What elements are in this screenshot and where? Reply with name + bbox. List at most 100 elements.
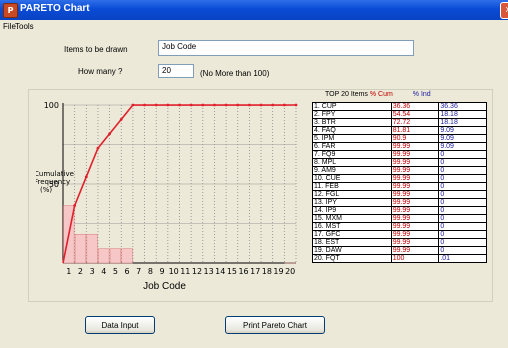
data-input-button[interactable]: Data Input	[85, 316, 155, 334]
cumulative-point	[224, 103, 228, 107]
x-tick-label: 19	[273, 267, 283, 276]
cumulative-point	[213, 103, 216, 107]
x-tick-label: 11	[180, 267, 190, 276]
table-cell-cum: 99.99	[390, 142, 440, 151]
x-tick-label: 8	[148, 267, 153, 276]
table-row: 12. FGL 99.99 0	[312, 190, 487, 199]
table-row: 4. FAQ 81.81 9.09	[312, 126, 487, 135]
menu-tools[interactable]: Tools	[15, 22, 34, 31]
table-cell-cum: 99.99	[390, 150, 440, 159]
cumulative-point	[294, 103, 298, 107]
y-axis-label: Cumulative Frequency (%)	[36, 170, 74, 194]
table-cell-item: 14. IP9	[312, 206, 392, 215]
cumulative-point	[119, 117, 123, 121]
table-cell-cum: 99.99	[390, 206, 440, 215]
cumulative-point	[248, 103, 251, 107]
table-row: 19. DAW 99.99 0	[312, 246, 487, 255]
table-cell-cum: 100	[390, 254, 440, 263]
table-row: 14. IP9 99.99 0	[312, 206, 487, 215]
table-cell-ind: 0	[438, 222, 487, 231]
close-button[interactable]: x	[500, 2, 508, 19]
items-to-draw-input[interactable]: Job Code	[158, 40, 414, 56]
window-title: PARETO Chart	[20, 3, 90, 14]
table-row: 2. FPY 54.54 18.18	[312, 110, 487, 119]
table-cell-cum: 81.81	[390, 126, 440, 135]
pareto-app-icon: P	[3, 3, 18, 18]
table-cell-ind: 0	[438, 238, 487, 247]
x-tick-label: 18	[262, 267, 272, 276]
table-cell-item: 15. MXM	[312, 214, 392, 223]
x-tick-label: 17	[250, 267, 260, 276]
table-cell-cum: 36.36	[390, 102, 440, 111]
table-row: 18. EST 99.99 0	[312, 238, 487, 247]
cumulative-point	[166, 103, 170, 107]
table-cell-item: 11. FEB	[312, 182, 392, 191]
y-axis-label-line: Cumulative	[36, 170, 74, 178]
x-tick-label: 5	[113, 267, 118, 276]
table-row: 5. IPM 90.9 9.09	[312, 134, 487, 143]
table-cell-item: 9. AM9	[312, 166, 392, 175]
table-cell-cum: 72.72	[390, 118, 440, 127]
items-to-draw-label: Items to be drawn	[64, 45, 128, 54]
pareto-table: 1. CUP 36.36 36.36 2. FPY 54.54 18.18 3. BTR 72…	[312, 102, 487, 263]
table-cell-cum: 99.99	[390, 166, 440, 175]
cumulative-point	[73, 204, 77, 207]
pareto-bar	[121, 248, 133, 264]
table-cell-cum: 99.99	[390, 230, 440, 239]
pareto-bar	[74, 233, 87, 264]
menu-file[interactable]: File	[3, 22, 16, 31]
x-tick-label: 2	[78, 267, 83, 276]
cumulative-point	[271, 103, 275, 107]
table-cell-item: 8. MPL	[312, 158, 392, 167]
table-cell-cum: 90.9	[390, 134, 440, 143]
print-pareto-chart-button[interactable]: Print Pareto Chart	[225, 316, 325, 334]
table-row: 8. MPL 99.99 0	[312, 158, 487, 167]
table-row: 13. IPY 99.99 0	[312, 198, 487, 207]
table-header: TOP 20 Items % Cum % Ind	[325, 91, 431, 98]
y-tick-label: 100	[44, 101, 59, 110]
table-row: 11. FEB 99.99 0	[312, 182, 487, 191]
table-cell-ind: 0	[438, 206, 487, 215]
pareto-chart-svg: 100501 2 3 4 5 6 7 8 9 10 11 12 13 14 15 16 17 18 19 20Cumu…	[34, 101, 298, 292]
y-axis-label-line: Frequency	[36, 178, 70, 186]
table-header-title: TOP 20 Items	[325, 91, 368, 98]
table-cell-item: 5. IPM	[312, 134, 392, 143]
x-tick-label: 4	[101, 267, 106, 276]
table-cell-cum: 99.99	[390, 190, 440, 199]
table-cell-ind: 9.09	[438, 126, 487, 135]
table-cell-ind: 0	[438, 246, 487, 255]
how-many-input[interactable]: 20	[158, 64, 194, 78]
table-row: 6. FAR 99.99 9.09	[312, 142, 487, 151]
table-cell-ind: 0	[438, 158, 487, 167]
table-row: 1. CUP 36.36 36.36	[312, 102, 487, 111]
table-cell-ind: 0	[438, 166, 487, 175]
menu-bar: File Tools	[0, 20, 508, 34]
table-cell-ind: 0	[438, 198, 487, 207]
cumulative-point	[189, 103, 193, 107]
table-cell-ind: 9.09	[438, 134, 487, 143]
table-cell-cum: 54.54	[390, 110, 440, 119]
cumulative-point	[84, 175, 88, 179]
table-cell-item: 20. FQT	[312, 254, 392, 263]
cumulative-point	[143, 103, 146, 107]
table-cell-cum: 99.99	[390, 238, 440, 247]
cumulative-point	[201, 103, 205, 107]
table-row: 10. CUE 99.99 0	[312, 174, 487, 183]
table-cell-ind: 0	[438, 150, 487, 159]
x-tick-label: 20	[285, 267, 295, 276]
x-tick-label: 12	[192, 267, 202, 276]
table-cell-ind: 18.18	[438, 118, 487, 127]
table-row: 15. MXM 99.99 0	[312, 214, 487, 223]
y-axis-label-line: (%)	[40, 186, 52, 194]
x-tick-label: 7	[136, 267, 141, 276]
table-cell-cum: 99.99	[390, 174, 440, 183]
x-tick-label: 15	[227, 267, 237, 276]
table-cell-item: 3. BTR	[312, 118, 392, 127]
table-cell-cum: 99.99	[390, 214, 440, 223]
table-header-ind: % Ind	[412, 91, 431, 98]
cumulative-point	[259, 103, 263, 107]
x-tick-label: 6	[125, 267, 130, 276]
table-row: 7. FQ9 99.99 0	[312, 150, 487, 159]
table-cell-cum: 99.99	[390, 246, 440, 255]
table-header-cum: % Cum	[369, 91, 393, 98]
